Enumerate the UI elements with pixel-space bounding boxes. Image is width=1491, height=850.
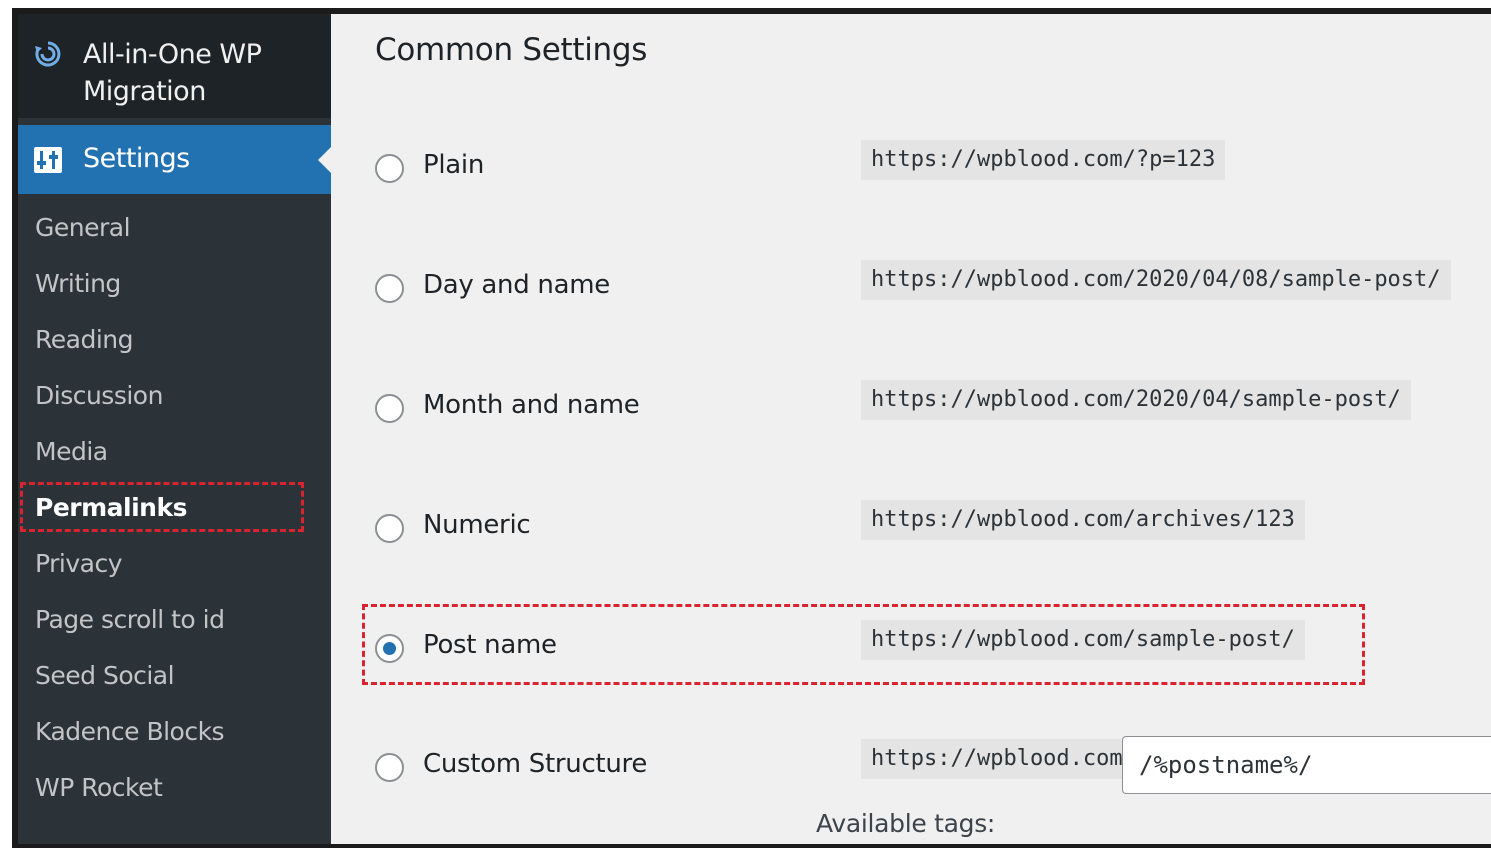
main-content: Common Settings Plain https://wpblood.com… [331, 14, 1491, 844]
admin-sidebar: All-in-One WP Migration Settings General… [18, 14, 331, 844]
settings-submenu: General Writing Reading Discussion Media Perm… [18, 200, 331, 816]
sidebar-item-label: Page scroll to id [35, 605, 225, 634]
radio-button[interactable] [375, 394, 404, 423]
radio-button[interactable] [375, 753, 404, 782]
sidebar-item-label: Discussion [35, 381, 163, 410]
option-label[interactable]: Plain [423, 150, 484, 180]
example-url: https://wpblood.com/archives/123 [861, 500, 1305, 540]
sidebar-item-general[interactable]: General [18, 200, 331, 256]
custom-structure-input[interactable] [1122, 736, 1491, 794]
sidebar-item-discussion[interactable]: Discussion [18, 368, 331, 424]
sidebar-item-writing[interactable]: Writing [18, 256, 331, 312]
sidebar-item-label: Reading [35, 325, 133, 354]
example-url: https://wpblood.com/2020/04/08/sample-po… [861, 260, 1451, 300]
option-label[interactable]: Numeric [423, 510, 531, 540]
sidebar-item-media[interactable]: Media [18, 424, 331, 480]
sidebar-item-settings[interactable]: Settings [18, 125, 331, 194]
permalink-option-post-name: Post name https://wpblood.com/sample-post… [375, 620, 1475, 676]
example-url: https://wpblood.com/sample-post/ [861, 620, 1305, 660]
sidebar-item-seed-social[interactable]: Seed Social [18, 648, 331, 704]
radio-button[interactable] [375, 154, 404, 183]
example-url: https://wpblood.com [861, 739, 1133, 779]
example-url: https://wpblood.com/?p=123 [861, 140, 1226, 180]
permalink-option-day-and-name: Day and name https://wpblood.com/2020/04/… [375, 260, 1475, 316]
sidebar-item-label: WP Rocket [35, 773, 163, 802]
sidebar-item-privacy[interactable]: Privacy [18, 536, 331, 592]
sidebar-item-label: Kadence Blocks [35, 717, 225, 746]
example-url: https://wpblood.com/2020/04/sample-post/ [861, 380, 1411, 420]
radio-button[interactable] [375, 514, 404, 543]
sidebar-item-label: Settings [83, 143, 190, 174]
option-label[interactable]: Month and name [423, 390, 640, 420]
sidebar-item-reading[interactable]: Reading [18, 312, 331, 368]
sidebar-item-label: Seed Social [35, 661, 175, 690]
sidebar-item-label: Media [35, 437, 108, 466]
screenshot-frame: All-in-One WP Migration Settings General… [12, 8, 1491, 848]
migration-icon [34, 40, 62, 68]
section-heading: Common Settings [375, 32, 648, 68]
sidebar-item-label: General [35, 213, 131, 242]
permalink-option-month-and-name: Month and name https://wpblood.com/2020/0… [375, 380, 1475, 436]
radio-button[interactable] [375, 634, 404, 663]
sidebar-item-label: Writing [35, 269, 121, 298]
available-tags-label: Available tags: [816, 809, 996, 838]
sidebar-item-permalinks[interactable]: Permalinks [18, 480, 331, 536]
permalink-option-plain: Plain https://wpblood.com/?p=123 [375, 140, 1475, 196]
sidebar-item-kadence-blocks[interactable]: Kadence Blocks [18, 704, 331, 760]
permalink-option-numeric: Numeric https://wpblood.com/archives/123 [375, 500, 1475, 556]
radio-button[interactable] [375, 274, 404, 303]
sidebar-item-all-in-one-wp-migration[interactable]: All-in-One WP Migration [18, 14, 331, 118]
settings-sliders-icon [34, 147, 62, 173]
sidebar-item-wp-rocket[interactable]: WP Rocket [18, 760, 331, 816]
sidebar-item-page-scroll-to-id[interactable]: Page scroll to id [18, 592, 331, 648]
option-label[interactable]: Post name [423, 630, 557, 660]
option-label[interactable]: Custom Structure [423, 749, 647, 779]
sidebar-item-label: All-in-One WP Migration [83, 39, 262, 107]
option-label[interactable]: Day and name [423, 270, 610, 300]
sidebar-item-label: Privacy [35, 549, 123, 578]
sidebar-item-label: Permalinks [35, 493, 187, 522]
